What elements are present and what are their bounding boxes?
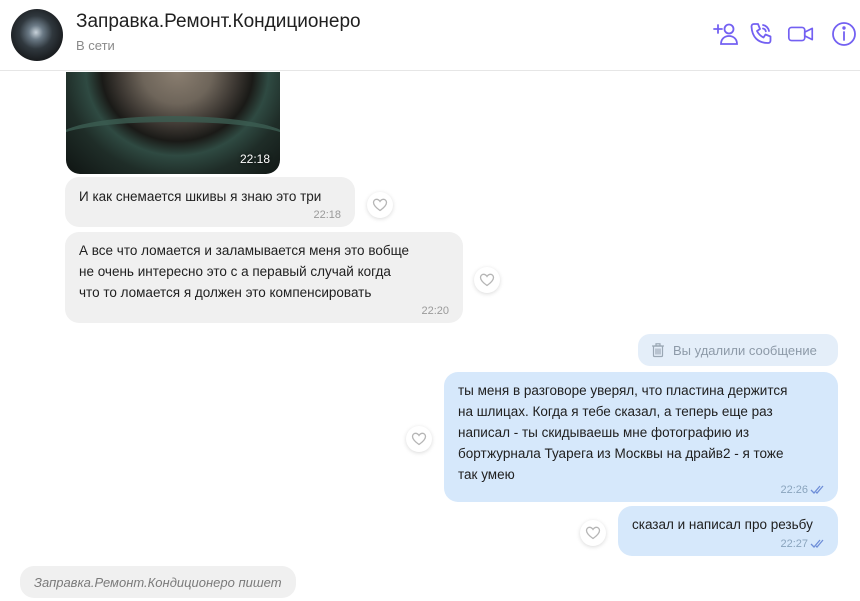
avatar[interactable] <box>11 9 63 61</box>
typing-indicator-text: Заправка.Ремонт.Кондиционеро пишет <box>34 574 282 590</box>
add-participant-icon[interactable] <box>710 19 740 49</box>
like-heart-icon[interactable] <box>474 267 500 293</box>
deleted-message: Вы удалили сообщение <box>638 334 838 366</box>
message-time: 22:27 <box>780 538 808 550</box>
message-text: сказал и написал про резьбу <box>632 517 813 532</box>
message-bubble-incoming[interactable]: И как снемается шкивы я знаю это три 22:… <box>65 177 355 227</box>
info-icon[interactable] <box>829 19 859 49</box>
read-ticks-icon <box>810 485 824 494</box>
video-call-icon[interactable] <box>786 19 816 49</box>
message-bubble-incoming[interactable]: А все что ломается и заламывается меня э… <box>65 232 463 323</box>
message-time: 22:18 <box>313 209 341 221</box>
chat-header: Заправка.Ремонт.Кондиционеро В сети <box>0 0 860 71</box>
like-heart-icon[interactable] <box>580 520 606 546</box>
photo-message[interactable]: 22:18 <box>66 72 280 174</box>
message-text: ты меня в разговоре уверял, что пластина… <box>458 383 788 482</box>
message-time: 22:26 <box>780 484 808 496</box>
chat-status: В сети <box>76 38 115 53</box>
message-bubble-outgoing[interactable]: сказал и написал про резьбу 22:27 <box>618 506 838 556</box>
message-time: 22:20 <box>421 305 449 317</box>
message-time: 22:18 <box>239 152 270 166</box>
read-ticks-icon <box>810 539 824 548</box>
chat-title[interactable]: Заправка.Ремонт.Кондиционеро <box>76 11 361 33</box>
message-text: И как снемается шкивы я знаю это три <box>79 189 322 204</box>
trash-icon <box>652 343 664 358</box>
typing-indicator: Заправка.Ремонт.Кондиционеро пишет <box>20 566 296 598</box>
deleted-message-text: Вы удалили сообщение <box>673 342 817 358</box>
like-heart-icon[interactable] <box>406 426 432 452</box>
voice-call-icon[interactable] <box>746 19 776 49</box>
like-heart-icon[interactable] <box>367 192 393 218</box>
message-bubble-outgoing[interactable]: ты меня в разговоре уверял, что пластина… <box>444 372 838 502</box>
message-text: А все что ломается и заламывается меня э… <box>79 243 410 300</box>
